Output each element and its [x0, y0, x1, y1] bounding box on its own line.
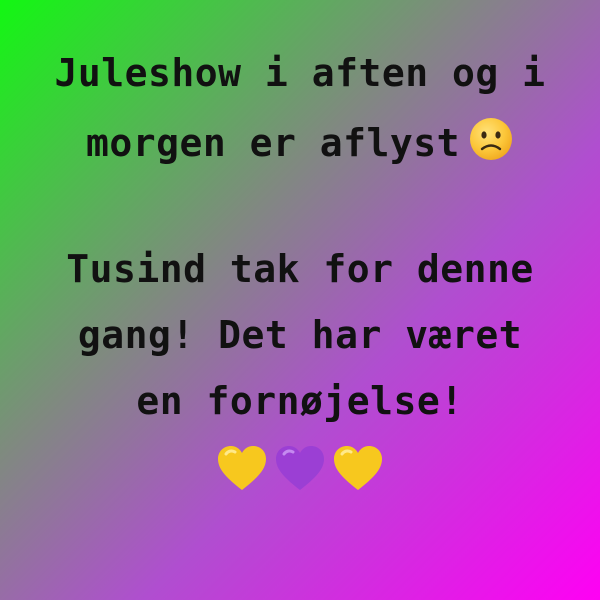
announcement-line-5: en fornøjelse! [0, 378, 600, 424]
announcement-line-1: Juleshow i aften og i [0, 50, 600, 96]
announcement-line-3: Tusind tak for denne [0, 246, 600, 292]
announcement-line-2: morgen er aflyst [0, 116, 600, 172]
line-2-text: morgen er aflyst [85, 121, 461, 165]
line-3-text: Tusind tak for denne [66, 247, 534, 291]
line-1-text: Juleshow i aften og i [54, 51, 546, 95]
announcement-line-4: gang! Det har været [0, 312, 600, 358]
purple-heart-icon [276, 446, 324, 490]
yellow-heart-icon [218, 446, 266, 490]
line-4-text: gang! Det har været [77, 313, 523, 357]
yellow-heart-icon [334, 446, 382, 490]
announcement-card: Juleshow i aften og i morgen er aflyst T… [0, 0, 600, 600]
hearts-row [0, 440, 600, 496]
slightly-frowning-face-icon [468, 116, 514, 172]
line-5-text: en fornøjelse! [136, 379, 464, 423]
